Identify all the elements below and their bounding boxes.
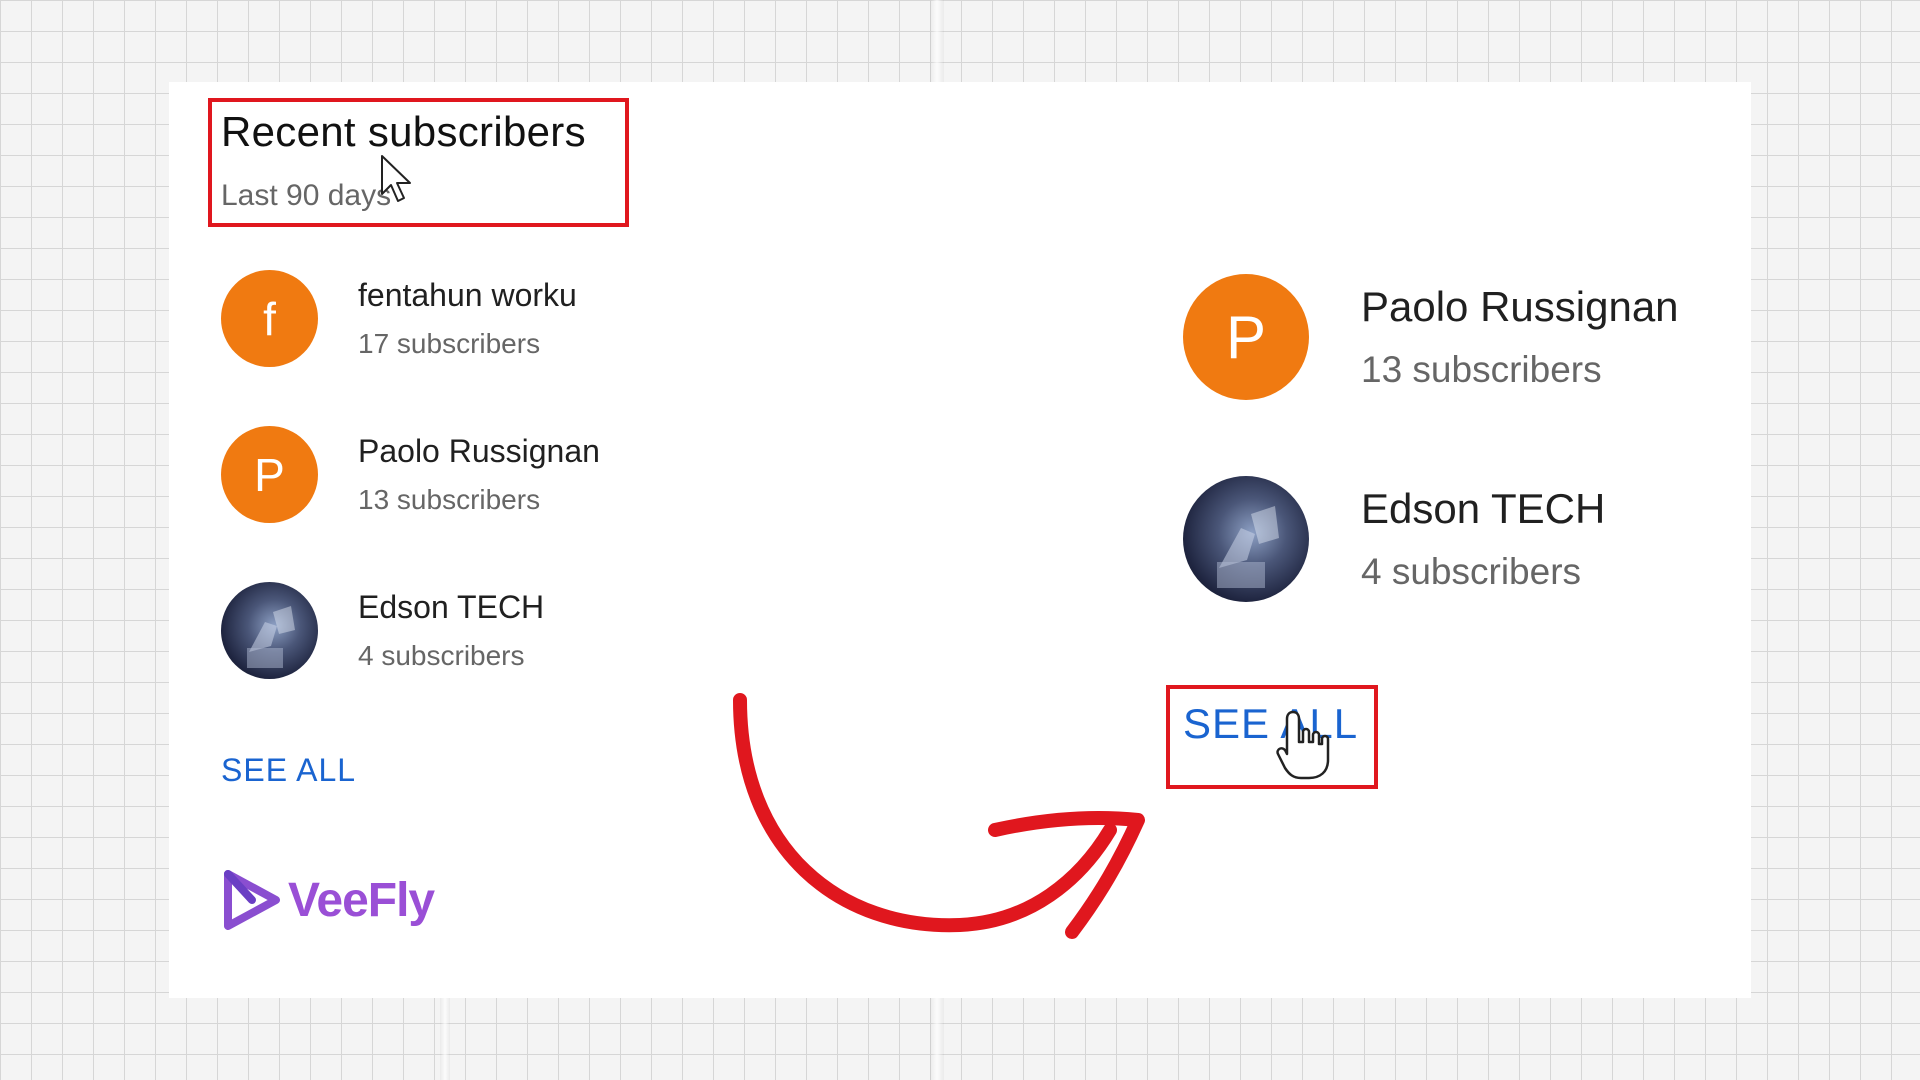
veefly-play-icon [224, 870, 280, 930]
list-item[interactable]: f fentahun worku 17 subscribers [221, 270, 577, 367]
avatar[interactable] [221, 582, 318, 679]
subscriber-count: 4 subscribers [358, 640, 525, 671]
avatar[interactable]: f [221, 270, 318, 367]
subscriber-name[interactable]: Edson TECH [358, 589, 544, 626]
subscriber-name[interactable]: Paolo Russignan [1361, 283, 1679, 331]
subscriber-count: 13 subscribers [1361, 349, 1602, 390]
avatar[interactable]: P [221, 426, 318, 523]
avatar-photo-icon [247, 606, 295, 668]
subscriber-count: 13 subscribers [358, 484, 541, 515]
avatar[interactable]: P [1183, 274, 1309, 400]
list-item[interactable]: Edson TECH 4 subscribers [1183, 476, 1605, 602]
logo-text: VeeFly [288, 873, 435, 927]
subscriber-count: 4 subscribers [1361, 551, 1582, 592]
card-title: Recent subscribers [221, 108, 586, 155]
avatar-photo-icon [1217, 506, 1279, 588]
list-item[interactable]: P Paolo Russignan 13 subscribers [221, 426, 600, 523]
list-item[interactable]: Edson TECH 4 subscribers [221, 582, 544, 679]
paper-fold [440, 990, 450, 1080]
subscriber-count: 17 subscribers [358, 328, 541, 359]
subscriber-name[interactable]: Paolo Russignan [358, 433, 600, 470]
card-subtitle: Last 90 days [221, 179, 392, 212]
subscriber-name[interactable]: Edson TECH [1361, 485, 1605, 533]
see-all-button-zoomed[interactable]: SEE ALL [1183, 700, 1358, 748]
list-item[interactable]: P Paolo Russignan 13 subscribers [1183, 274, 1679, 400]
subscriber-name[interactable]: fentahun worku [358, 277, 577, 314]
avatar[interactable] [1183, 476, 1309, 602]
see-all-button[interactable]: SEE ALL [221, 752, 356, 789]
veefly-logo: VeeFly [222, 868, 435, 932]
